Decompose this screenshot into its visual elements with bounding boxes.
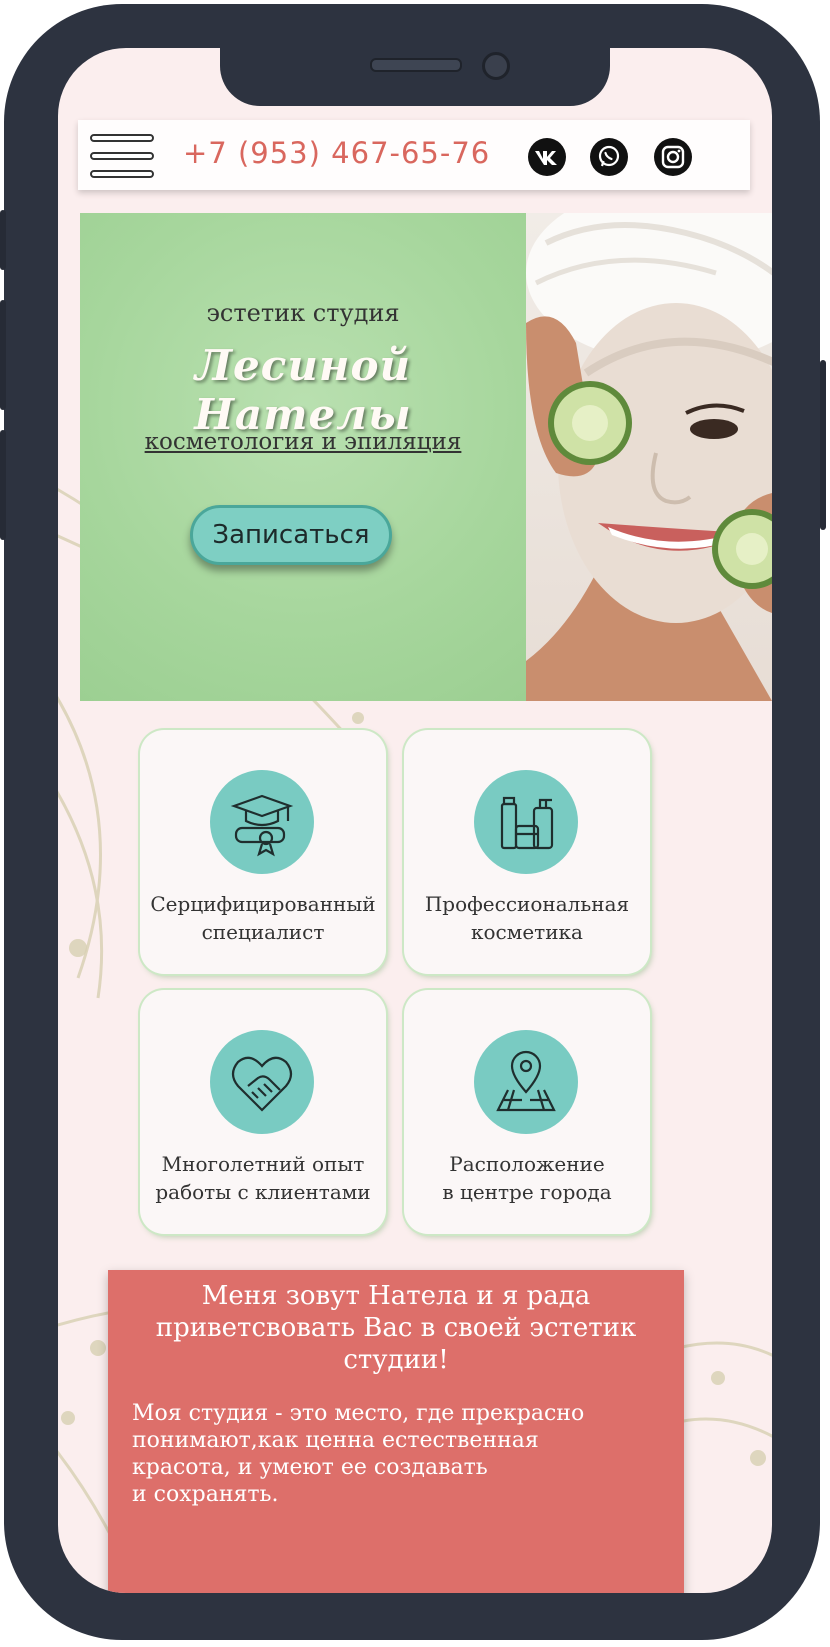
feature-card-experience: Многолетний опыт работы с клиентами bbox=[140, 990, 386, 1234]
map-pin-icon bbox=[474, 1030, 578, 1134]
about-title: Меня зовут Натела и я рада приветсвовать… bbox=[118, 1280, 674, 1376]
phone-notch bbox=[220, 48, 610, 106]
phone-speaker bbox=[370, 58, 462, 72]
feature-line: в центре города bbox=[442, 1180, 612, 1204]
volume-up-button bbox=[0, 300, 6, 410]
phone-number-link[interactable]: +7 (953) 467-65-76 bbox=[183, 136, 490, 170]
top-header: +7 (953) 467-65-76 bbox=[78, 120, 750, 190]
whatsapp-icon[interactable] bbox=[590, 138, 628, 176]
handshake-heart-icon bbox=[210, 1030, 314, 1134]
feature-line: специалист bbox=[201, 920, 325, 944]
about-title-line: студии! bbox=[343, 1345, 449, 1375]
hero-banner: эстетик студия Лесиной Нателы косметолог… bbox=[80, 213, 526, 701]
about-body-line: и сохранять. bbox=[132, 1482, 279, 1507]
volume-down-button bbox=[0, 430, 6, 540]
feature-text: Серцифицированный специалист bbox=[140, 890, 386, 946]
feature-line: Профессиональная bbox=[424, 892, 630, 916]
about-body-line: красота, и умеют ее создавать bbox=[132, 1455, 488, 1480]
hero-photo-face-mask bbox=[526, 213, 772, 701]
side-button bbox=[0, 210, 6, 270]
feature-text: Профессиональная косметика bbox=[404, 890, 650, 946]
phone-frame: +7 (953) 467-65-76 эстетик студия Лесино… bbox=[0, 0, 830, 1647]
about-body-line: Моя студия - это место, где прекрасно bbox=[132, 1401, 585, 1426]
feature-card-certified: Серцифицированный специалист bbox=[140, 730, 386, 974]
feature-line: Серцифицированный bbox=[150, 892, 376, 916]
feature-text: Многолетний опыт работы с клиентами bbox=[140, 1150, 386, 1206]
hero-tagline: косметология и эпиляция bbox=[144, 429, 462, 455]
about-title-line: Меня зовут Натела и я рада bbox=[201, 1281, 591, 1311]
about-body-line: понимают,как ценна естественная bbox=[132, 1428, 539, 1453]
feature-line: косметика bbox=[471, 920, 583, 944]
feature-text: Расположение в центре города bbox=[404, 1150, 650, 1206]
feature-line: работы с клиентами bbox=[155, 1180, 371, 1204]
phone-camera bbox=[482, 52, 510, 80]
about-section: Меня зовут Натела и я рада приветсвовать… bbox=[108, 1270, 684, 1593]
feature-card-location: Расположение в центре города bbox=[404, 990, 650, 1234]
graduation-diploma-icon bbox=[210, 770, 314, 874]
instagram-icon[interactable] bbox=[654, 138, 692, 176]
power-button bbox=[820, 360, 826, 530]
feature-line: Многолетний опыт bbox=[161, 1152, 365, 1176]
cosmetics-bottles-icon bbox=[474, 770, 578, 874]
book-appointment-button[interactable]: Записаться bbox=[190, 505, 392, 565]
hamburger-menu-icon[interactable] bbox=[90, 134, 156, 180]
vk-icon[interactable] bbox=[528, 138, 566, 176]
hero-studio-name: Лесиной Нателы bbox=[194, 341, 412, 439]
feature-line: Расположение bbox=[449, 1152, 605, 1176]
hero-subtitle: эстетик студия bbox=[206, 299, 400, 327]
about-title-line: приветсвовать Вас в своей эстетик bbox=[155, 1313, 637, 1343]
feature-card-cosmetics: Профессиональная косметика bbox=[404, 730, 650, 974]
screen: +7 (953) 467-65-76 эстетик студия Лесино… bbox=[58, 48, 772, 1593]
about-body: Моя студия - это место, где прекрасно по… bbox=[132, 1400, 672, 1508]
